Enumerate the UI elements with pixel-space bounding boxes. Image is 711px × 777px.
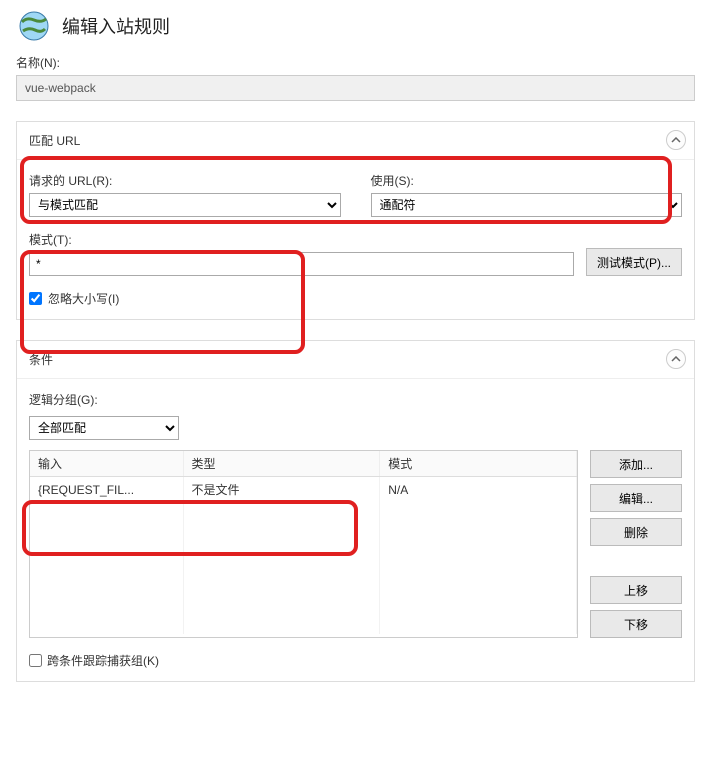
col-pattern: 模式: [380, 451, 577, 477]
requested-url-label: 请求的 URL(R):: [29, 172, 341, 189]
track-capture-label: 跨条件跟踪捕获组(K): [47, 652, 159, 669]
col-input: 输入: [30, 451, 183, 477]
test-pattern-button[interactable]: 测试模式(P)...: [586, 248, 682, 276]
globe-icon: [16, 8, 52, 44]
match-url-panel-header: 匹配 URL: [17, 122, 694, 160]
requested-url-select[interactable]: 与模式匹配: [29, 193, 341, 217]
move-up-button[interactable]: 上移: [590, 576, 682, 604]
name-input[interactable]: [16, 75, 695, 101]
collapse-icon[interactable]: [666, 349, 686, 369]
cell-pattern: N/A: [380, 477, 577, 503]
move-down-button[interactable]: 下移: [590, 610, 682, 638]
edit-button[interactable]: 编辑...: [590, 484, 682, 512]
name-label: 名称(N):: [16, 54, 695, 71]
match-url-panel: 匹配 URL 请求的 URL(R): 与模式匹配 使用(S): 通配符 模式(T…: [16, 121, 695, 320]
conditions-panel-header: 条件: [17, 341, 694, 379]
using-select[interactable]: 通配符: [371, 193, 683, 217]
add-button[interactable]: 添加...: [590, 450, 682, 478]
using-label: 使用(S):: [371, 172, 683, 189]
logic-group-select[interactable]: 全部匹配: [29, 416, 179, 440]
ignore-case-checkbox[interactable]: [29, 292, 42, 305]
logic-group-label: 逻辑分组(G):: [29, 391, 682, 408]
conditions-table[interactable]: 输入 类型 模式 {REQUEST_FIL... 不是文件 N/A: [29, 450, 578, 638]
track-capture-checkbox[interactable]: [29, 654, 42, 667]
cell-input: {REQUEST_FIL...: [30, 477, 183, 503]
page-title: 编辑入站规则: [62, 13, 170, 39]
ignore-case-label: 忽略大小写(I): [48, 290, 119, 307]
collapse-icon[interactable]: [666, 130, 686, 150]
table-row[interactable]: {REQUEST_FIL... 不是文件 N/A: [30, 477, 577, 503]
pattern-input[interactable]: [29, 252, 574, 276]
conditions-panel: 条件 逻辑分组(G): 全部匹配 输入 类型: [16, 340, 695, 682]
pattern-label: 模式(T):: [29, 231, 574, 248]
conditions-title: 条件: [29, 353, 53, 367]
match-url-title: 匹配 URL: [29, 134, 80, 148]
delete-button[interactable]: 删除: [590, 518, 682, 546]
col-type: 类型: [183, 451, 380, 477]
dialog-header: 编辑入站规则: [16, 8, 695, 44]
cell-type: 不是文件: [183, 477, 380, 503]
